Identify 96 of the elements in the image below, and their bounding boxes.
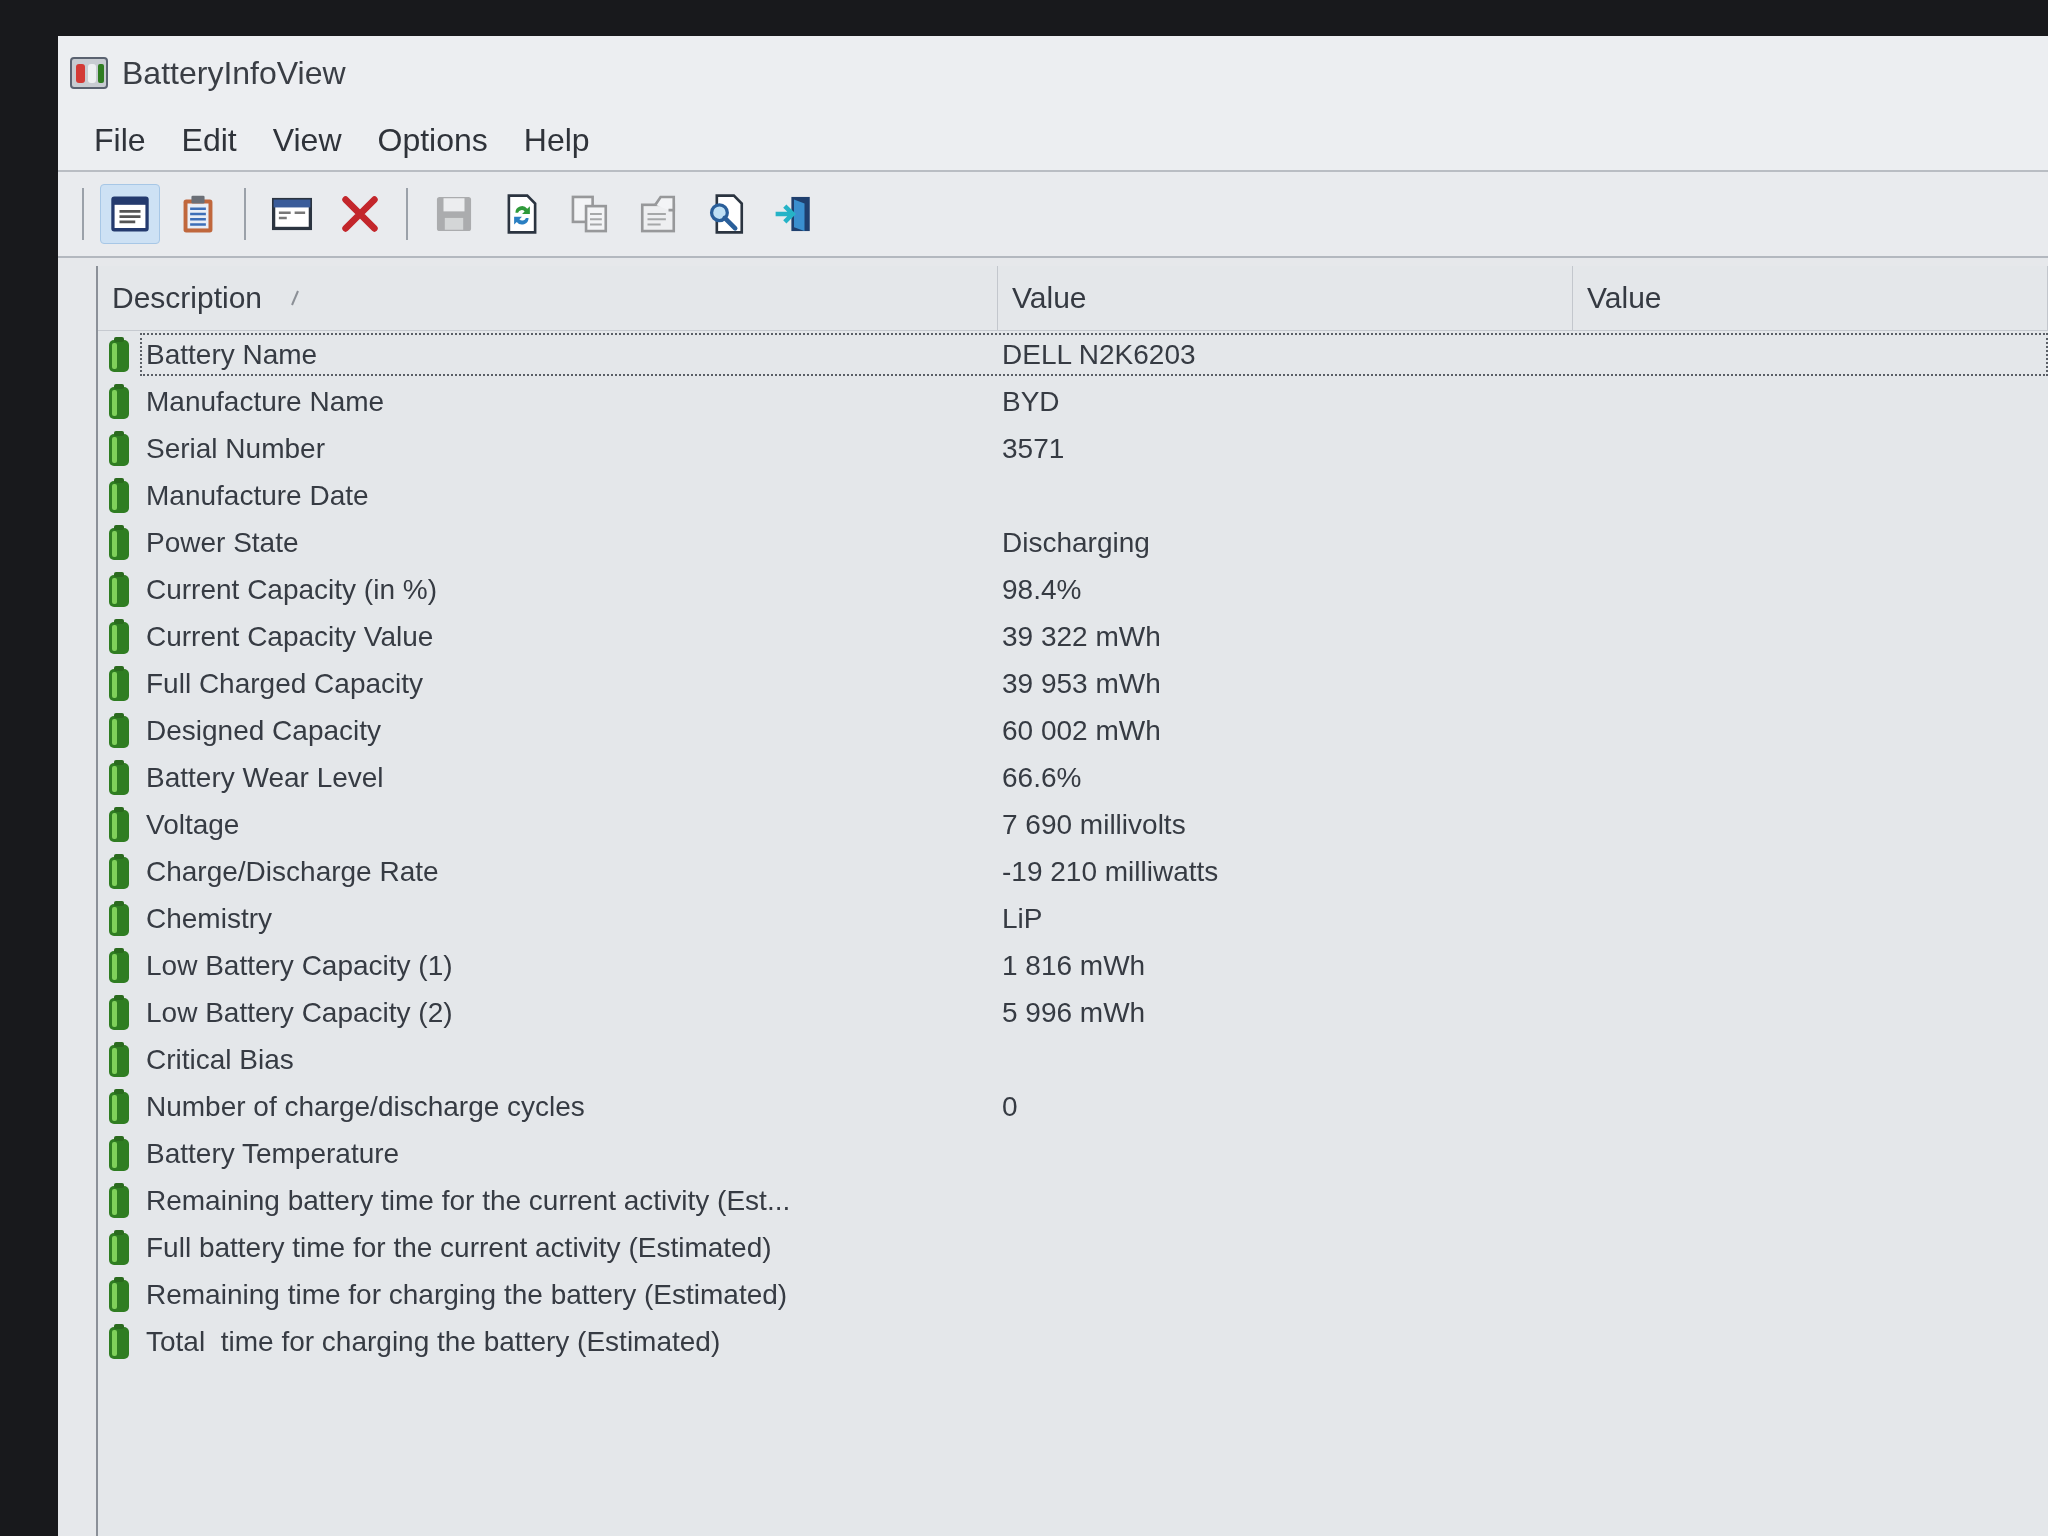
- menu-item[interactable]: Options: [359, 117, 506, 163]
- list-row[interactable]: Chemistry LiP: [140, 897, 2048, 940]
- battery-icon: [108, 430, 130, 467]
- property-value: 39 953 mWh: [1001, 667, 1162, 700]
- property-value: 66.6%: [1001, 761, 1083, 794]
- battery-icon: [108, 712, 130, 749]
- list-row[interactable]: Serial Number 3571: [140, 427, 2048, 470]
- property-name: Critical Bias: [145, 1043, 295, 1076]
- property-name: Serial Number: [145, 432, 326, 465]
- list-row[interactable]: Low Battery Capacity (2) 5 996 mWh: [140, 991, 2048, 1034]
- property-value: 39 322 mWh: [1001, 620, 1162, 653]
- list-row[interactable]: Power State Discharging: [140, 521, 2048, 564]
- property-value: -19 210 milliwatts: [1001, 855, 1220, 888]
- column-header[interactable]: Value: [1573, 266, 2048, 330]
- battery-icon: [108, 1229, 130, 1266]
- battery-icon: [108, 759, 130, 796]
- battery-icon: [108, 1276, 130, 1313]
- column-title: Description: [112, 281, 263, 315]
- property-name: Chemistry: [145, 902, 273, 935]
- list-row[interactable]: Battery Wear Level 66.6%: [140, 756, 2048, 799]
- list-row[interactable]: Number of charge/discharge cycles 0: [140, 1085, 2048, 1128]
- column-header[interactable]: Value: [998, 266, 1573, 330]
- cross-icon: [339, 193, 381, 235]
- property-name: Number of charge/discharge cycles: [145, 1090, 586, 1123]
- property-name: Current Capacity Value: [145, 620, 435, 653]
- property-name: Battery Temperature: [145, 1137, 401, 1170]
- list-row[interactable]: Voltage 7 690 millivolts: [140, 803, 2048, 846]
- property-value: Discharging: [1001, 526, 1151, 559]
- property-name: Charge/Discharge Rate: [145, 855, 440, 888]
- battery-icon: [108, 947, 130, 984]
- list-row[interactable]: Battery Name DELL N2K6203: [140, 333, 2048, 376]
- battery-icon: [108, 383, 130, 420]
- battery-icon: [108, 806, 130, 843]
- battery-icon: [108, 524, 130, 561]
- property-value: BYD: [1001, 385, 1061, 418]
- battery-icon: [108, 1041, 130, 1078]
- property-name: Manufacture Name: [145, 385, 386, 418]
- property-name: Low Battery Capacity (1): [145, 949, 454, 982]
- column-title: Value: [1012, 281, 1087, 315]
- property-name: Power State: [145, 526, 300, 559]
- property-value: 3571: [1001, 432, 1066, 465]
- property-name: Full battery time for the current activity (Estimated): [145, 1231, 773, 1264]
- property-name: Battery Name: [145, 338, 319, 371]
- menu-item[interactable]: Edit: [163, 117, 255, 163]
- property-value: DELL N2K6203: [1001, 338, 1197, 371]
- battery-icon: [108, 1323, 130, 1360]
- battery-icon: [108, 1135, 130, 1172]
- list-row[interactable]: Manufacture Name BYD: [140, 380, 2048, 423]
- menu-item[interactable]: File: [76, 117, 164, 163]
- property-value: 7 690 millivolts: [1001, 808, 1187, 841]
- battery-icon: [108, 900, 130, 937]
- property-name: Manufacture Date: [145, 479, 370, 512]
- list-row[interactable]: Full Charged Capacity 39 953 mWh: [140, 662, 2048, 705]
- battery-icon: [108, 336, 130, 373]
- list-row[interactable]: Full battery time for the current activity (Estimated): [140, 1226, 2048, 1269]
- property-value: LiP: [1001, 902, 1044, 935]
- battery-icon: [108, 1088, 130, 1125]
- battery-icon: [108, 994, 130, 1031]
- list-row[interactable]: Remaining battery time for the current activity (Est...: [140, 1179, 2048, 1222]
- app-icon: [70, 56, 108, 90]
- battery-icon: [108, 477, 130, 514]
- toolbar-button[interactable]: [100, 184, 160, 244]
- list-row[interactable]: Remaining time for charging the battery (Estimated): [140, 1273, 2048, 1316]
- list-row[interactable]: Total time for charging the battery (Estimated): [140, 1320, 2048, 1363]
- property-name: Designed Capacity: [145, 714, 383, 747]
- property-name: Full Charged Capacity: [145, 667, 425, 700]
- property-value: 0: [1001, 1090, 1019, 1123]
- menu-item[interactable]: Help: [505, 117, 608, 163]
- property-name: Remaining time for charging the battery (Estimated): [145, 1278, 789, 1311]
- property-name: Remaining battery time for the current activity (Est...: [145, 1184, 792, 1217]
- property-value: 60 002 mWh: [1001, 714, 1162, 747]
- list-row[interactable]: Charge/Discharge Rate -19 210 milliwatts: [140, 850, 2048, 893]
- battery-icon: [108, 1182, 130, 1219]
- property-value: 5 996 mWh: [1001, 996, 1147, 1029]
- list-row[interactable]: Current Capacity (in %) 98.4%: [140, 568, 2048, 611]
- window-title: BatteryInfoView: [122, 54, 346, 92]
- property-name: Total time for charging the battery (Estimated): [145, 1325, 722, 1358]
- property-name: Voltage: [145, 808, 241, 841]
- property-value: 1 816 mWh: [1001, 949, 1147, 982]
- list-row[interactable]: Current Capacity Value 39 322 mWh: [140, 615, 2048, 658]
- list-row[interactable]: Battery Temperature: [140, 1132, 2048, 1175]
- list-row[interactable]: Low Battery Capacity (1) 1 816 mWh: [140, 944, 2048, 987]
- list-row[interactable]: Manufacture Date: [140, 474, 2048, 517]
- column-header[interactable]: Description: [98, 266, 998, 330]
- battery-icon: [108, 618, 130, 655]
- property-name: Battery Wear Level: [145, 761, 385, 794]
- list-row[interactable]: Critical Bias: [140, 1038, 2048, 1081]
- property-name: Current Capacity (in %): [145, 573, 438, 606]
- list-row[interactable]: Designed Capacity 60 002 mWh: [140, 709, 2048, 752]
- menu-item[interactable]: View: [254, 117, 360, 163]
- property-name: Low Battery Capacity (2): [145, 996, 454, 1029]
- battery-icon: [108, 571, 130, 608]
- column-title: Value: [1587, 281, 1662, 315]
- battery-icon: [108, 665, 130, 702]
- property-value: 98.4%: [1001, 573, 1083, 606]
- battery-icon: [108, 853, 130, 890]
